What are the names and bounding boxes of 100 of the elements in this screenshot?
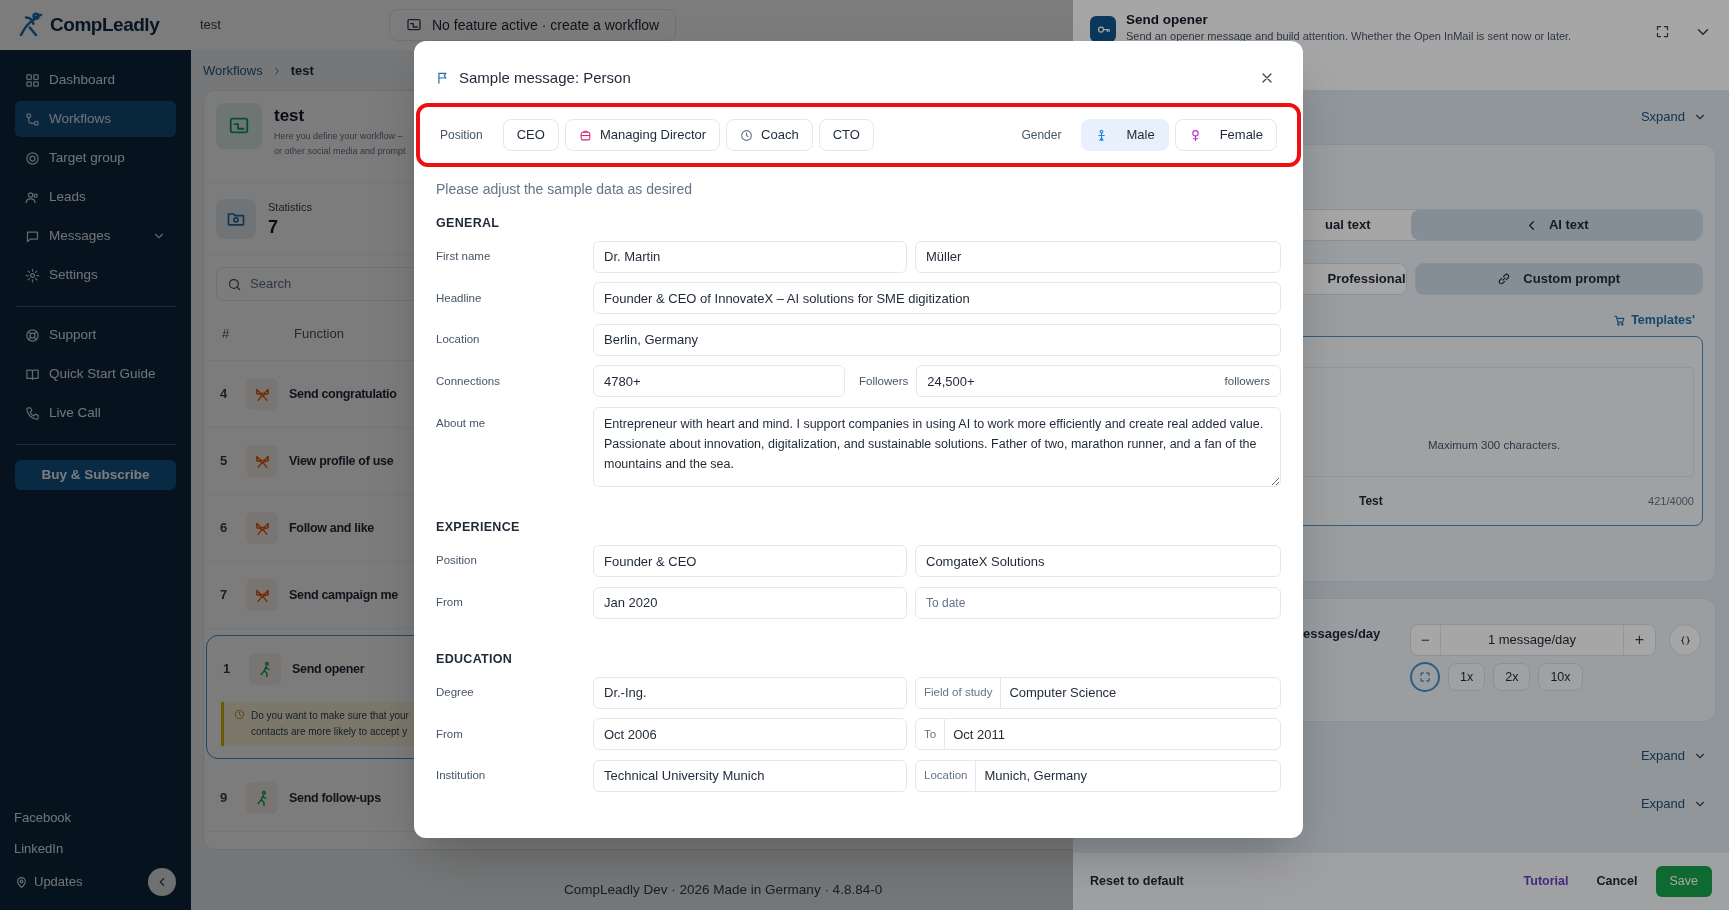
- function-name: View profile of use: [289, 452, 394, 470]
- nav-item[interactable]: Support: [15, 317, 176, 353]
- row-number: 5: [219, 452, 229, 471]
- dialog-title: Sample message: Person: [459, 67, 631, 88]
- chip-option[interactable]: Female: [1174, 119, 1277, 151]
- text-input[interactable]: To date: [915, 586, 1281, 619]
- clock-icon: [740, 128, 754, 142]
- field-suffix: followers: [1224, 373, 1270, 389]
- multiplier-button[interactable]: 2x: [1493, 663, 1531, 691]
- text-input[interactable]: Berlin, Germany: [593, 323, 1281, 356]
- field-input[interactable]: Oct 2011: [945, 724, 1280, 744]
- field-prefix: To: [916, 719, 946, 750]
- text-input[interactable]: Dr.-Ing.: [593, 676, 907, 709]
- followers-field[interactable]: 24,500+ followers: [916, 365, 1281, 398]
- field-label: Institution: [436, 768, 487, 784]
- column-header: Function: [294, 324, 344, 343]
- nav-item[interactable]: Live Call: [15, 395, 176, 431]
- function-name: Follow and like: [289, 519, 374, 537]
- project-name: test: [200, 16, 221, 35]
- nav-item[interactable]: Messages: [15, 218, 176, 254]
- labeled-field[interactable]: Field of study Computer Science: [915, 676, 1281, 709]
- reset-button[interactable]: Reset to default: [1090, 872, 1184, 891]
- decrement-button[interactable]: −: [1411, 625, 1441, 655]
- updates-link[interactable]: Updates: [15, 872, 83, 892]
- field-label: From: [436, 594, 464, 610]
- rate-value: 1 message/day: [1486, 631, 1578, 650]
- flag-icon: [436, 71, 450, 85]
- nav-item[interactable]: Dashboard: [15, 62, 176, 98]
- field-input[interactable]: Munich, Germany: [976, 766, 1280, 786]
- tutorial-link[interactable]: Tutorial: [1523, 872, 1569, 891]
- field-label: First name: [436, 249, 492, 265]
- mode-tab[interactable]: ual text: [1119, 210, 1411, 240]
- chip-option[interactable]: CTO: [818, 119, 874, 151]
- field-label: From: [436, 726, 464, 742]
- users-icon: [25, 189, 40, 205]
- reset-multiplier-button[interactable]: [1410, 662, 1440, 692]
- expand-button[interactable]: Expand: [1640, 746, 1707, 766]
- field-label: Connections: [436, 373, 501, 389]
- text-input[interactable]: Müller: [915, 240, 1281, 273]
- section-heading: EXPERIENCE: [436, 519, 521, 537]
- nav-item[interactable]: Target group: [15, 140, 176, 176]
- workflow-description: or other social media and prompt: [274, 144, 406, 158]
- text-input[interactable]: Technical University Munich: [593, 759, 907, 792]
- footer-link[interactable]: Facebook: [14, 802, 72, 833]
- info-icon: [234, 709, 245, 720]
- nav-item[interactable]: Settings: [15, 257, 176, 293]
- text-input[interactable]: ComgateX Solutions: [915, 545, 1281, 577]
- grid-icon: [25, 72, 40, 88]
- field-input[interactable]: Computer Science: [1001, 683, 1280, 703]
- footer-link[interactable]: LinkedIn: [14, 833, 64, 864]
- field-label: Degree: [436, 685, 475, 701]
- cancel-button[interactable]: Cancel: [1596, 872, 1638, 891]
- section-heading: EDUCATION: [436, 651, 514, 668]
- text-input[interactable]: Dr. Martin: [593, 240, 907, 273]
- about-textarea[interactable]: Entrepreneur with heart and mind. I support companies in using AI to work more efficiently and create real added value. Passionate about innovation, digitalization, and sustainable solutions. Father of two, marathon runner, and a fan of the mountains and the sea.: [593, 406, 1281, 487]
- target-icon: [25, 150, 40, 166]
- book-icon: [25, 366, 40, 382]
- nav-item[interactable]: Quick Start Guide: [15, 356, 176, 392]
- corners-icon: [1419, 671, 1431, 683]
- rate-label: essages/day: [1303, 625, 1382, 643]
- position-label: Position: [440, 127, 483, 144]
- breadcrumb-current: test: [290, 62, 314, 81]
- expand-button[interactable]: Expand: [1640, 794, 1707, 814]
- style-option[interactable]: Custom prompt: [1414, 263, 1703, 295]
- row-number: 9: [219, 789, 229, 808]
- briefcase-icon: [578, 128, 592, 142]
- warning-text: Do you want to make sure that your: [251, 709, 409, 723]
- field-label: Position: [436, 553, 478, 569]
- mode-tab[interactable]: AI text: [1410, 210, 1702, 240]
- search-input[interactable]: Search: [250, 274, 370, 294]
- text-input[interactable]: Oct 2006: [593, 718, 907, 751]
- field-label: About me: [436, 415, 487, 431]
- collapse-button[interactable]: [148, 868, 176, 896]
- fullscreen-button[interactable]: [1655, 24, 1670, 39]
- row-number: 1: [222, 660, 232, 679]
- text-input[interactable]: Founder & CEO: [593, 545, 907, 577]
- function-name: Send opener: [292, 660, 365, 678]
- link-icon: [1497, 272, 1512, 286]
- expand-button[interactable]: Sxpand: [1640, 107, 1707, 127]
- increment-button[interactable]: +: [1623, 625, 1655, 655]
- lifebuoy-icon: [25, 327, 40, 343]
- chat-icon: [25, 228, 40, 244]
- labeled-field[interactable]: To Oct 2011: [915, 718, 1281, 751]
- labeled-field[interactable]: Location Munich, Germany: [915, 759, 1281, 792]
- templates-link[interactable]: Templates': [1613, 311, 1695, 330]
- chip-option[interactable]: Coach: [726, 119, 813, 151]
- nav-item[interactable]: Leads: [15, 179, 176, 215]
- buy-subscribe-button[interactable]: Buy & Subscribe: [15, 460, 176, 490]
- chip-option[interactable]: CEO: [502, 119, 559, 151]
- phone-icon: [25, 405, 40, 421]
- intro-text: Please adjust the sample data as desired: [436, 180, 694, 199]
- statistics-value: 7: [268, 215, 279, 238]
- text-input[interactable]: Jan 2020: [593, 586, 907, 619]
- text-input[interactable]: Founder & CEO of InnovateX – AI solutions for SME digitization: [593, 282, 1281, 315]
- multiplier-button[interactable]: 10x: [1538, 663, 1583, 691]
- panel-subtitle: Send an opener message and build attention. Whether the Open InMail is sent now or later.: [1126, 29, 1572, 43]
- chip-option[interactable]: Managing Director: [564, 119, 721, 151]
- text-input[interactable]: 4780+: [593, 365, 845, 398]
- multiplier-button[interactable]: 1x: [1448, 663, 1486, 691]
- chip-option[interactable]: Male: [1081, 119, 1169, 151]
